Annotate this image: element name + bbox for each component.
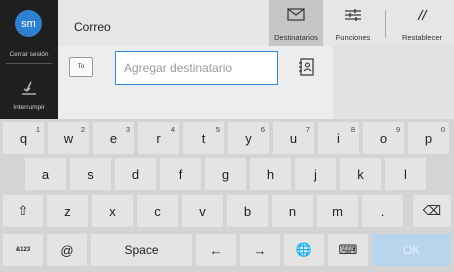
app-header: Correo Destinatarios Funciones Restablec… [58,0,454,47]
key-l[interactable]: l [385,158,426,190]
ok-button[interactable]: OK [372,234,451,266]
recipients-label: Destinatarios [274,33,318,42]
header-divider [385,10,386,38]
key-i[interactable]: i8 [318,122,359,154]
at-key[interactable]: @ [47,234,87,266]
functions-label: Funciones [335,33,371,42]
key-label: o [379,130,388,146]
key-t[interactable]: t5 [183,122,224,154]
key-v[interactable]: v [182,195,223,227]
key-m[interactable]: m [317,195,358,227]
user-avatar[interactable]: sm [15,10,42,37]
key-w[interactable]: w2 [48,122,89,154]
on-screen-keyboard: q1w2e3r4t5y6u7i8o9p0 asdfghjkl ⇧ zxcvbnm… [0,119,454,272]
key-label: w [63,130,74,146]
key-e[interactable]: e3 [93,122,134,154]
key-d[interactable]: d [115,158,156,190]
key-j[interactable]: j [295,158,336,190]
key-y[interactable]: y6 [228,122,269,154]
globe-key[interactable]: 🌐 [284,234,324,266]
key-g[interactable]: g [205,158,246,190]
symbols-key[interactable]: &123 [3,234,43,266]
key-label: u [289,130,298,146]
logout-label[interactable]: Cerrar sesión [0,51,58,58]
shift-key[interactable]: ⇧ [3,195,43,227]
key-number-hint: 5 [215,125,220,134]
key-number-hint: 8 [350,125,355,134]
to-button[interactable]: To [69,57,93,77]
left-sidebar: sm Cerrar sesión Interrumpir [0,0,58,119]
key-number-hint: 9 [395,125,400,134]
key-k[interactable]: k [340,158,381,190]
key-c[interactable]: c [137,195,178,227]
key-z[interactable]: z [47,195,88,227]
recipients-tab[interactable]: Destinatarios [269,0,323,46]
key-number-hint: 6 [260,125,265,134]
hide-keyboard-key[interactable]: ⌨ [328,234,368,266]
key-number-hint: 7 [305,125,310,134]
key-b[interactable]: b [227,195,268,227]
interrupt-label[interactable]: Interrumpir [0,104,58,111]
key-number-hint: 2 [80,125,85,134]
key-label: t [201,130,206,146]
key-s[interactable]: s [70,158,111,190]
key-h[interactable]: h [250,158,291,190]
key-number-hint: 3 [125,125,130,134]
recipient-list-area [333,46,454,119]
page-title: Correo [74,20,111,34]
sliders-icon [345,9,361,21]
key-q[interactable]: q1 [3,122,44,154]
key-a[interactable]: a [25,158,66,190]
key-p[interactable]: p0 [408,122,449,154]
key-number-hint: 1 [35,125,40,134]
backspace-key[interactable]: ⌫ [413,195,451,227]
functions-tab[interactable]: Funciones [326,0,380,46]
key-f[interactable]: f [160,158,201,190]
reset-icon [417,9,428,21]
key-r[interactable]: r4 [138,122,179,154]
sidebar-divider [6,63,52,64]
recipient-bar: To [58,46,454,119]
key-o[interactable]: o9 [363,122,404,154]
reset-button[interactable]: Restablecer [391,0,453,46]
key-label: r [156,130,161,146]
arrow-right-key[interactable]: → [240,234,280,266]
address-book-icon[interactable] [298,57,316,77]
key-label: i [337,130,340,146]
reset-label: Restablecer [401,33,443,42]
key-number-hint: 0 [440,125,445,134]
key-x[interactable]: x [92,195,133,227]
key-number-hint: 4 [170,125,175,134]
key-n[interactable]: n [272,195,313,227]
key-period[interactable]: . [362,195,403,227]
envelope-icon [287,8,305,21]
key-label: y [245,130,252,146]
key-label: p [424,130,433,146]
key-u[interactable]: u7 [273,122,314,154]
recipient-input[interactable] [115,51,278,85]
key-label: q [19,130,28,146]
key-label: e [109,130,118,146]
arrow-left-key[interactable]: ← [196,234,236,266]
interrupt-icon[interactable] [19,80,39,96]
space-key[interactable]: Space [91,234,192,266]
